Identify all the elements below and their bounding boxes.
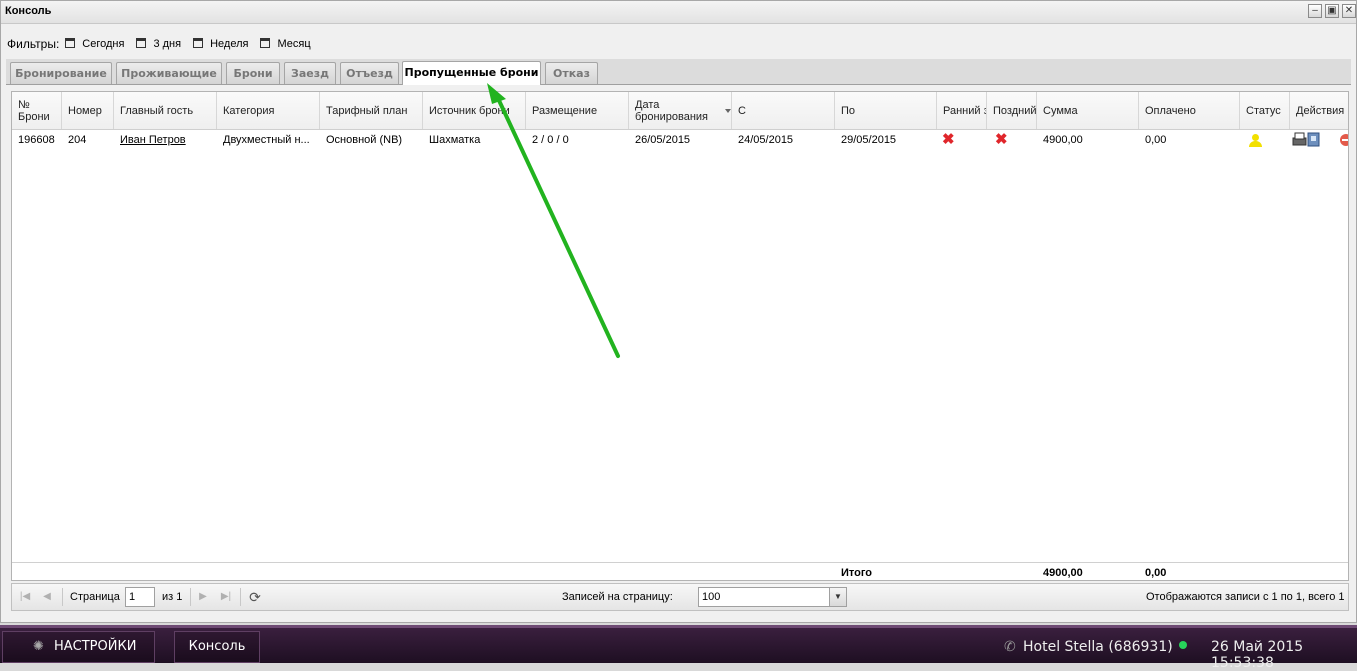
settings-button[interactable]: ✺ НАСТРОЙКИ xyxy=(2,631,155,663)
annotation-arrow xyxy=(487,83,620,358)
hotel-icon: ✆ xyxy=(1004,639,1016,655)
hotel-name[interactable]: Hotel Stella (686931) xyxy=(1023,639,1173,655)
online-status-indicator xyxy=(1179,641,1187,649)
gear-icon: ✺ xyxy=(33,639,44,654)
taskbar: ✺ НАСТРОЙКИ Консоль ✆ Hotel Stella (6869… xyxy=(0,625,1357,671)
clock: 26 Май 2015 15:53:38 xyxy=(1211,639,1304,671)
console-task-button[interactable]: Консоль xyxy=(174,631,260,663)
